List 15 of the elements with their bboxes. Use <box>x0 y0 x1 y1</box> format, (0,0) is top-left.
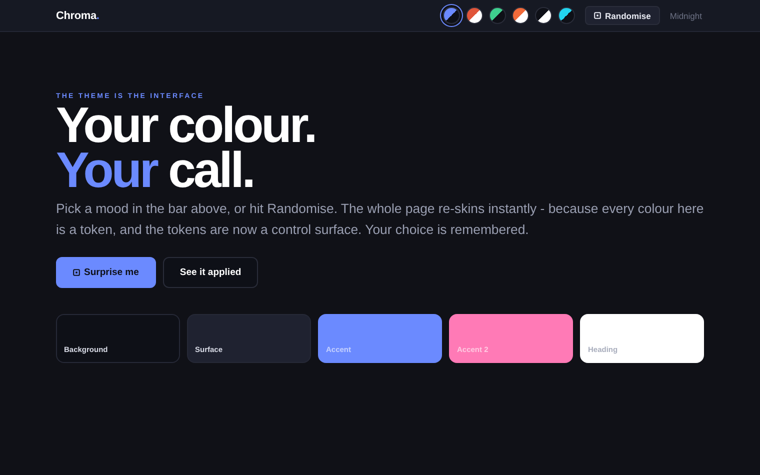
dice-icon <box>73 269 80 276</box>
theme-name: Midnight <box>670 10 702 20</box>
brand-logo[interactable]: Chroma. <box>56 10 100 22</box>
surprise-button[interactable]: Surprise me <box>56 257 156 288</box>
intro-paragraph: Pick a mood in the bar above, or hit Randomise. The whole page re-skins instantly - because every colour here is a token, and the tokens are now a control surface. Your choice is remembered. <box>56 200 705 238</box>
headline: Your colour. Your call. <box>56 103 316 193</box>
randomise-button[interactable]: Randomise <box>585 6 660 25</box>
theme-swatch[interactable] <box>512 7 530 24</box>
dice-icon <box>594 12 602 19</box>
theme-swatch[interactable] <box>466 7 484 24</box>
theme-swatch[interactable] <box>489 7 506 24</box>
theme-swatch[interactable] <box>558 7 576 24</box>
theme-swatch[interactable] <box>535 7 552 24</box>
applied-button[interactable]: See it applied <box>162 257 258 288</box>
theme-swatch[interactable] <box>443 7 460 24</box>
